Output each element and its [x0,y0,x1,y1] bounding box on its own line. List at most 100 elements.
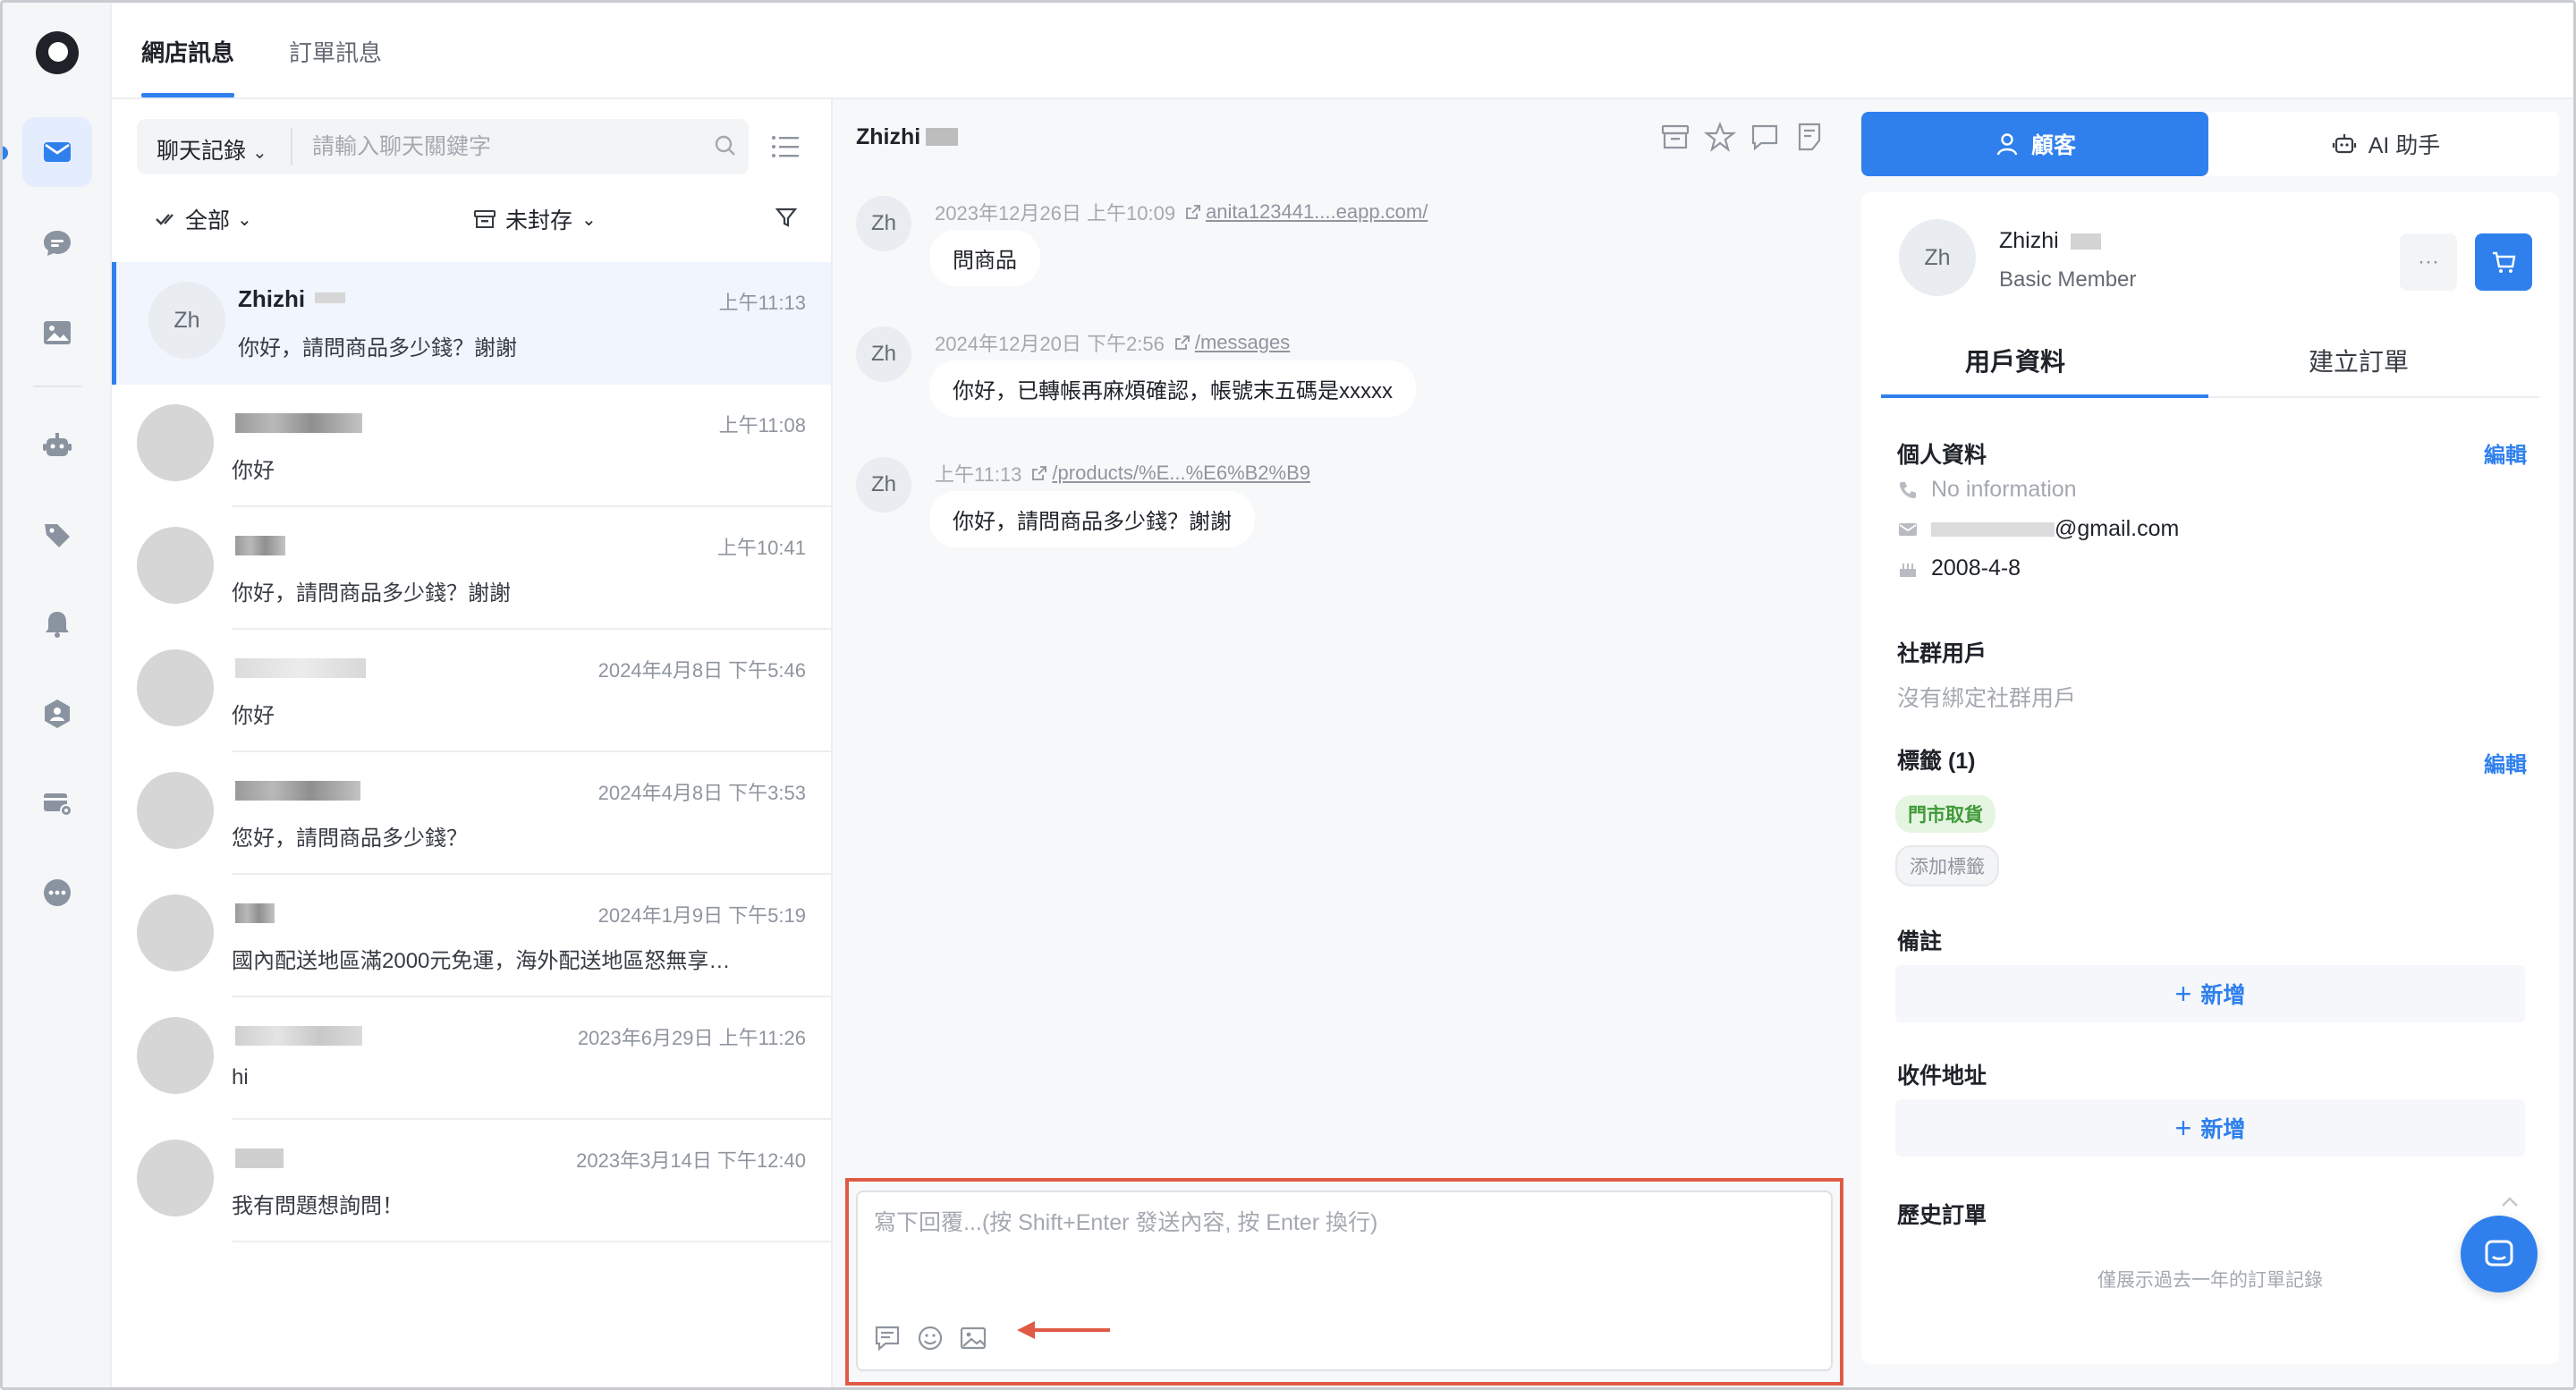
tab-ai-label: AI 助手 [2368,133,2441,158]
nav-tags[interactable] [22,500,92,570]
bell-icon [46,612,69,638]
conversation-item[interactable]: 上午10:41 你好，請問商品多少錢？謝謝 [112,507,831,630]
conversation-preview: 你好 [232,459,275,483]
plus-icon: + [2174,977,2192,1010]
add-tag-button[interactable]: 添加標籤 [1895,845,1999,886]
email-redaction [1931,521,2055,537]
search-divider [291,128,292,165]
search-icon[interactable] [713,133,738,158]
conversation-time: 上午10:41 [716,537,806,559]
name-redaction [235,903,275,923]
cart-icon [2493,251,2516,273]
conversation-item[interactable]: 2023年6月29日 上午11:26 hi [112,997,831,1120]
avatar [137,772,214,849]
section-title-social: 社群用戶 [1897,641,1987,666]
customer-name: Zhizhi [1999,228,2059,253]
conversation-item[interactable]: 2024年4月8日 下午3:53 您好，請問商品多少錢？ [112,752,831,875]
tab-ai-assistant[interactable]: AI 助手 [2212,112,2559,176]
mail-icon [1899,522,1917,536]
history-note: 僅展示過去一年的訂單記錄 [2097,1270,2323,1291]
comment-icon[interactable] [1749,121,1781,153]
list-view-icon[interactable] [770,133,801,160]
nav-bot[interactable] [22,411,92,480]
external-link-icon [1186,205,1200,219]
nav-orders[interactable] [22,768,92,838]
image-upload-icon[interactable] [958,1323,988,1353]
subtab-active-underline [1881,394,2208,398]
nav-notifications[interactable] [22,589,92,659]
archive-add-icon[interactable] [1659,121,1691,153]
more-circle-icon [44,879,71,906]
edit-personal-button[interactable]: 編輯 [2484,437,2527,469]
image-icon [44,321,71,344]
conversation-item[interactable]: Zh Zhizhi 上午11:13 你好，請問商品多少錢？謝謝 [112,262,831,385]
conversation-item[interactable]: 2023年3月14日 下午12:40 我有問題想詢問！ [112,1120,831,1242]
nav-more[interactable] [22,858,92,928]
tag-pill[interactable]: 門市取貨 [1895,795,1996,833]
message-meta: 上午11:13 /products/%E...%E6%B2%B9 [935,459,1310,487]
emoji-icon[interactable] [915,1323,945,1353]
section-title-address: 收件地址 [1897,1064,1987,1089]
tab-order-messages[interactable]: 訂單訊息 [289,35,382,68]
message-source-link[interactable]: /products/%E...%E6%B2%B9 [1052,462,1310,485]
search-input[interactable] [312,126,688,167]
message-source-link[interactable]: anita123441....eapp.com/ [1206,200,1428,224]
tab-shop-messages[interactable]: 網店訊息 [141,35,234,68]
star-icon[interactable] [1704,121,1736,153]
double-check-icon [156,214,174,225]
conversation-time: 上午11:08 [718,414,806,436]
tab-customer[interactable]: 顧客 [1861,112,2208,176]
message-bubble: 問商品 [929,230,1040,286]
quick-reply-icon[interactable] [872,1323,902,1353]
support-chat-button[interactable] [2461,1216,2538,1293]
add-address-button[interactable]: + 新增 [1895,1099,2525,1157]
nav-messages[interactable] [22,117,92,187]
chevron-down-icon: ⌄ [237,209,252,230]
avatar [137,527,214,604]
section-title-history: 歷史訂單 [1897,1203,1987,1228]
robot-icon [2332,134,2356,154]
note-icon[interactable] [1793,121,1826,153]
conversation-item[interactable]: 上午11:08 你好 [112,385,831,507]
subtab-create-order[interactable]: 建立訂單 [2309,343,2409,378]
customer-card: Zh Zhizhi Basic Member ··· 用戶資料 建立訂單 個人資… [1861,192,2559,1364]
avatar: Zh [856,457,911,513]
subtab-profile[interactable]: 用戶資料 [1965,343,2065,378]
cart-button[interactable] [2475,233,2532,291]
edit-tags-button[interactable]: 編輯 [2484,747,2527,778]
message-source-link[interactable]: /messages [1195,331,1290,354]
nav-chat[interactable] [22,208,92,278]
filter-all-label: 全部 [185,208,231,233]
filter-all-dropdown[interactable]: 全部 ⌄ [155,203,252,235]
name-redaction [926,128,958,146]
name-redaction [315,292,345,303]
conversation-list-panel: 聊天記錄 ⌄ 全部 ⌄ 未封存 ⌄ Zh Zhizhi 上午11:13 你好，請… [112,99,833,1387]
conversation-time: 2024年4月8日 下午3:53 [597,782,806,804]
external-link-icon [1174,335,1190,350]
customer-panel-tabs: 顧客 AI 助手 [1861,112,2559,176]
more-options-button[interactable]: ··· [2400,233,2457,291]
filter-archive-dropdown[interactable]: 未封存 ⌄ [473,203,597,235]
search-scope-dropdown[interactable]: 聊天記錄 ⌄ [157,133,267,165]
chevron-up-icon[interactable] [2500,1196,2520,1208]
conversation-name: Zhizhi [238,285,306,312]
name-redaction [235,1148,284,1168]
add-note-button[interactable]: + 新增 [1895,965,2525,1022]
search-bar: 聊天記錄 ⌄ [137,119,749,174]
chat-panel: Zhizhi Zh 2023年12月26日 上午10:09 anita12344… [833,99,1854,1387]
funnel-icon[interactable] [774,205,799,230]
message-bubble: 你好，已轉帳再麻煩確認，帳號末五碼是xxxxx [929,360,1416,417]
birthday-value: 2008-4-8 [1931,555,2021,581]
app-window: 網店訊息 訂單訊息 聊天記錄 ⌄ 全部 ⌄ 未封存 ⌄ Zh [0,0,2576,1390]
nav-members[interactable] [22,679,92,749]
top-tab-bar: 網店訊息 訂單訊息 [112,3,2573,99]
conversation-item[interactable]: 2024年4月8日 下午5:46 你好 [112,630,831,752]
reply-input[interactable] [874,1205,1813,1285]
app-logo[interactable] [36,31,79,74]
conversation-item[interactable]: 2024年1月9日 下午5:19 國內配送地區滿2000元免運，海外配送地區怒無… [112,875,831,997]
message-bubble: 你好，請問商品多少錢？謝謝 [929,491,1255,547]
conversation-time: 2023年6月29日 上午11:26 [577,1027,806,1049]
filter-archive-label: 未封存 [505,208,573,233]
nav-media[interactable] [22,298,92,368]
plus-icon: + [2174,1111,2192,1144]
